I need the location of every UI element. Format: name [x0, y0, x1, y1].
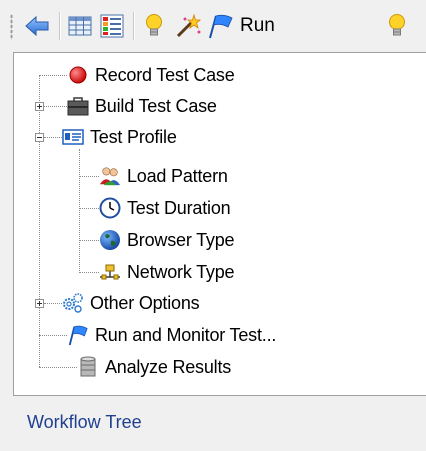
hint-button[interactable]: [139, 11, 169, 41]
tree-connector: [39, 75, 67, 77]
tree-connector: [39, 367, 77, 369]
tree-item-run-and-monitor[interactable]: Run and Monitor Test...: [67, 322, 276, 348]
database-icon: [77, 356, 99, 378]
flag-icon: [67, 324, 89, 346]
tree-item-test-profile[interactable]: Test Profile: [62, 124, 177, 150]
run-button[interactable]: Run: [206, 11, 302, 41]
record-icon: [67, 64, 89, 86]
tree-connector: [79, 240, 99, 242]
toolbar: Run: [0, 0, 426, 52]
colored-list-icon: [100, 14, 124, 38]
tree-item-network-type[interactable]: Network Type: [99, 259, 235, 285]
tree-connector: [79, 149, 81, 273]
tree-item-test-duration[interactable]: Test Duration: [99, 195, 231, 221]
tree-connector: [44, 106, 67, 108]
tree-item-label: Analyze Results: [105, 356, 232, 377]
tree-connector: [79, 208, 99, 210]
tree-connector: [79, 176, 99, 178]
collapse-toggle-test-profile[interactable]: [35, 133, 44, 142]
clock-icon: [99, 197, 121, 219]
panel-footer: Workflow Tree: [13, 396, 426, 451]
panel-title: Workflow Tree: [27, 412, 142, 432]
colored-list-button[interactable]: [97, 11, 127, 41]
back-arrow-icon: [25, 15, 49, 37]
lightbulb-icon: [146, 14, 162, 36]
tree-item-label: Test Profile: [90, 126, 177, 147]
tree-connector: [79, 272, 99, 274]
tree-connector: [39, 335, 67, 337]
briefcase-icon: [67, 95, 89, 117]
expand-toggle-build-test-case[interactable]: [35, 102, 44, 111]
gears-icon: [62, 292, 84, 314]
users-icon: [99, 165, 121, 187]
tree-item-load-pattern[interactable]: Load Pattern: [99, 163, 228, 189]
toolbar-separator: [59, 12, 61, 40]
tree-item-label: Run and Monitor Test...: [95, 324, 277, 345]
tree-item-label: Record Test Case: [95, 64, 235, 85]
run-label: Run: [240, 15, 275, 36]
table-view-button[interactable]: [65, 11, 95, 41]
globe-icon: [99, 229, 121, 251]
magic-wand-icon: [176, 13, 202, 38]
profile-card-icon: [62, 126, 84, 148]
tree-item-other-options[interactable]: Other Options: [62, 290, 200, 316]
tree-connector: [39, 75, 41, 367]
tree-item-analyze-results[interactable]: Analyze Results: [77, 354, 231, 380]
tree-item-label: Other Options: [90, 292, 200, 313]
tree-item-label: Network Type: [127, 261, 235, 282]
tree-item-record-test-case[interactable]: Record Test Case: [67, 62, 235, 88]
tree-connector: [44, 137, 62, 139]
tree-item-build-test-case[interactable]: Build Test Case: [67, 93, 217, 119]
tree-item-label: Load Pattern: [127, 165, 228, 186]
network-icon: [99, 261, 121, 283]
hint-button-2[interactable]: [382, 11, 412, 41]
tree-item-label: Build Test Case: [95, 95, 217, 116]
back-button[interactable]: [22, 11, 52, 41]
toolbar-separator: [133, 12, 135, 40]
lightbulb-icon: [389, 14, 405, 36]
tree-item-label: Test Duration: [127, 197, 231, 218]
tree-connector: [44, 303, 62, 305]
table-icon: [68, 16, 92, 36]
flag-icon: [209, 14, 233, 39]
workflow-tree[interactable]: Record Test Case Build Test Case Test Pr…: [13, 52, 426, 396]
tree-item-label: Browser Type: [127, 229, 235, 250]
expand-toggle-other-options[interactable]: [35, 299, 44, 308]
wizard-button[interactable]: [172, 11, 204, 41]
toolbar-grip[interactable]: [10, 14, 13, 40]
tree-item-browser-type[interactable]: Browser Type: [99, 227, 235, 253]
